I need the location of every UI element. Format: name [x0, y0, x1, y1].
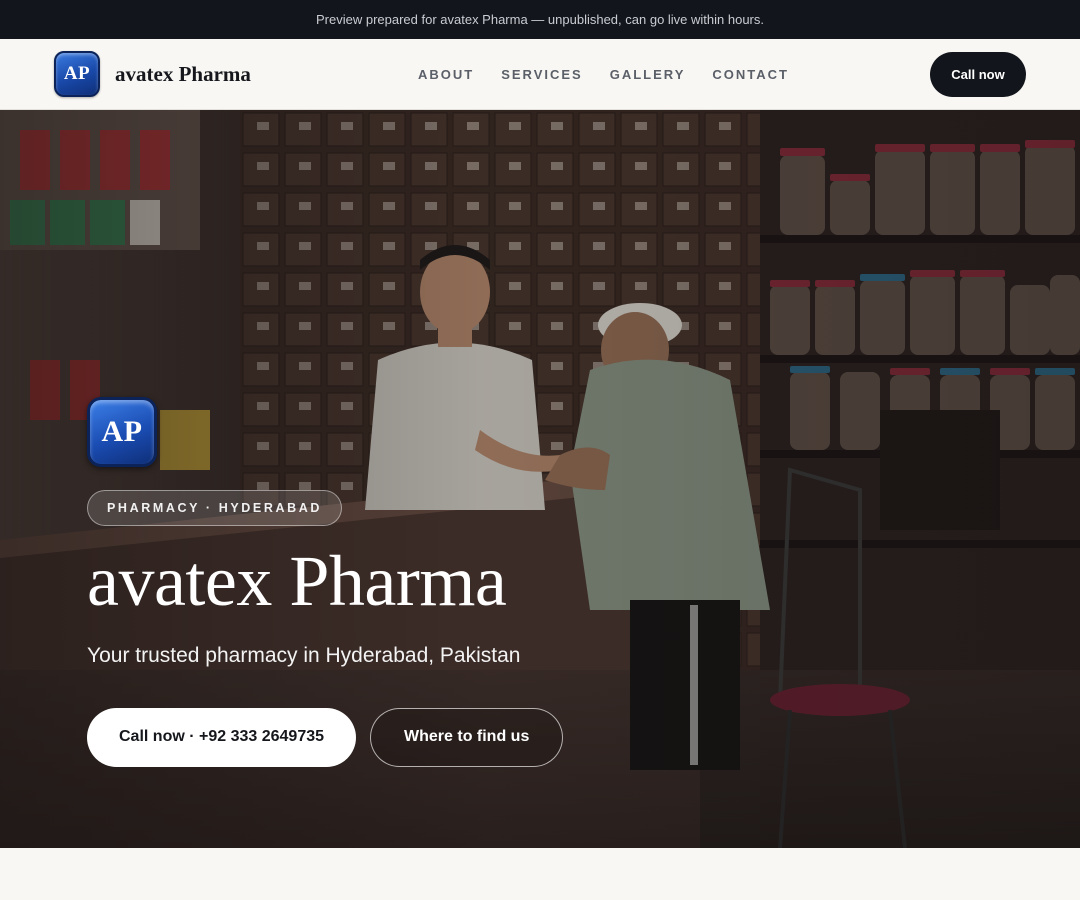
hero-content: AP PHARMACY · HYDERABAD avatex Pharma Yo…	[87, 397, 564, 767]
hero-section: AP PHARMACY · HYDERABAD avatex Pharma Yo…	[0, 110, 1080, 848]
site-header: AP avatex Pharma ABOUT SERVICES GALLERY …	[0, 39, 1080, 110]
nav-services[interactable]: SERVICES	[501, 67, 583, 82]
hero-tag: PHARMACY · HYDERABAD	[87, 490, 342, 526]
preview-banner-text: Preview prepared for avatex Pharma — unp…	[315, 12, 765, 27]
hero-title: avatex Pharma	[87, 541, 507, 621]
main-nav: ABOUT SERVICES GALLERY CONTACT	[418, 39, 789, 110]
brand[interactable]: AP avatex Pharma	[54, 51, 251, 97]
hero-call-button[interactable]: Call now · +92 333 2649735	[87, 707, 357, 767]
preview-banner: Preview prepared for avatex Pharma — unp…	[0, 0, 1080, 39]
header-call-button[interactable]: Call now	[930, 52, 1026, 97]
next-section	[0, 848, 1080, 900]
brand-name[interactable]: avatex Pharma	[115, 62, 251, 87]
hero-logo-icon: AP	[87, 397, 157, 467]
find-us-button[interactable]: Where to find us	[370, 707, 564, 767]
nav-contact[interactable]: CONTACT	[712, 67, 789, 82]
hero-subtitle: Your trusted pharmacy in Hyderabad, Paki…	[87, 643, 521, 667]
nav-about[interactable]: ABOUT	[418, 67, 474, 82]
hero-actions: Call now · +92 333 2649735 Where to find…	[87, 707, 564, 767]
nav-gallery[interactable]: GALLERY	[610, 67, 686, 82]
logo-icon[interactable]: AP	[54, 51, 100, 97]
